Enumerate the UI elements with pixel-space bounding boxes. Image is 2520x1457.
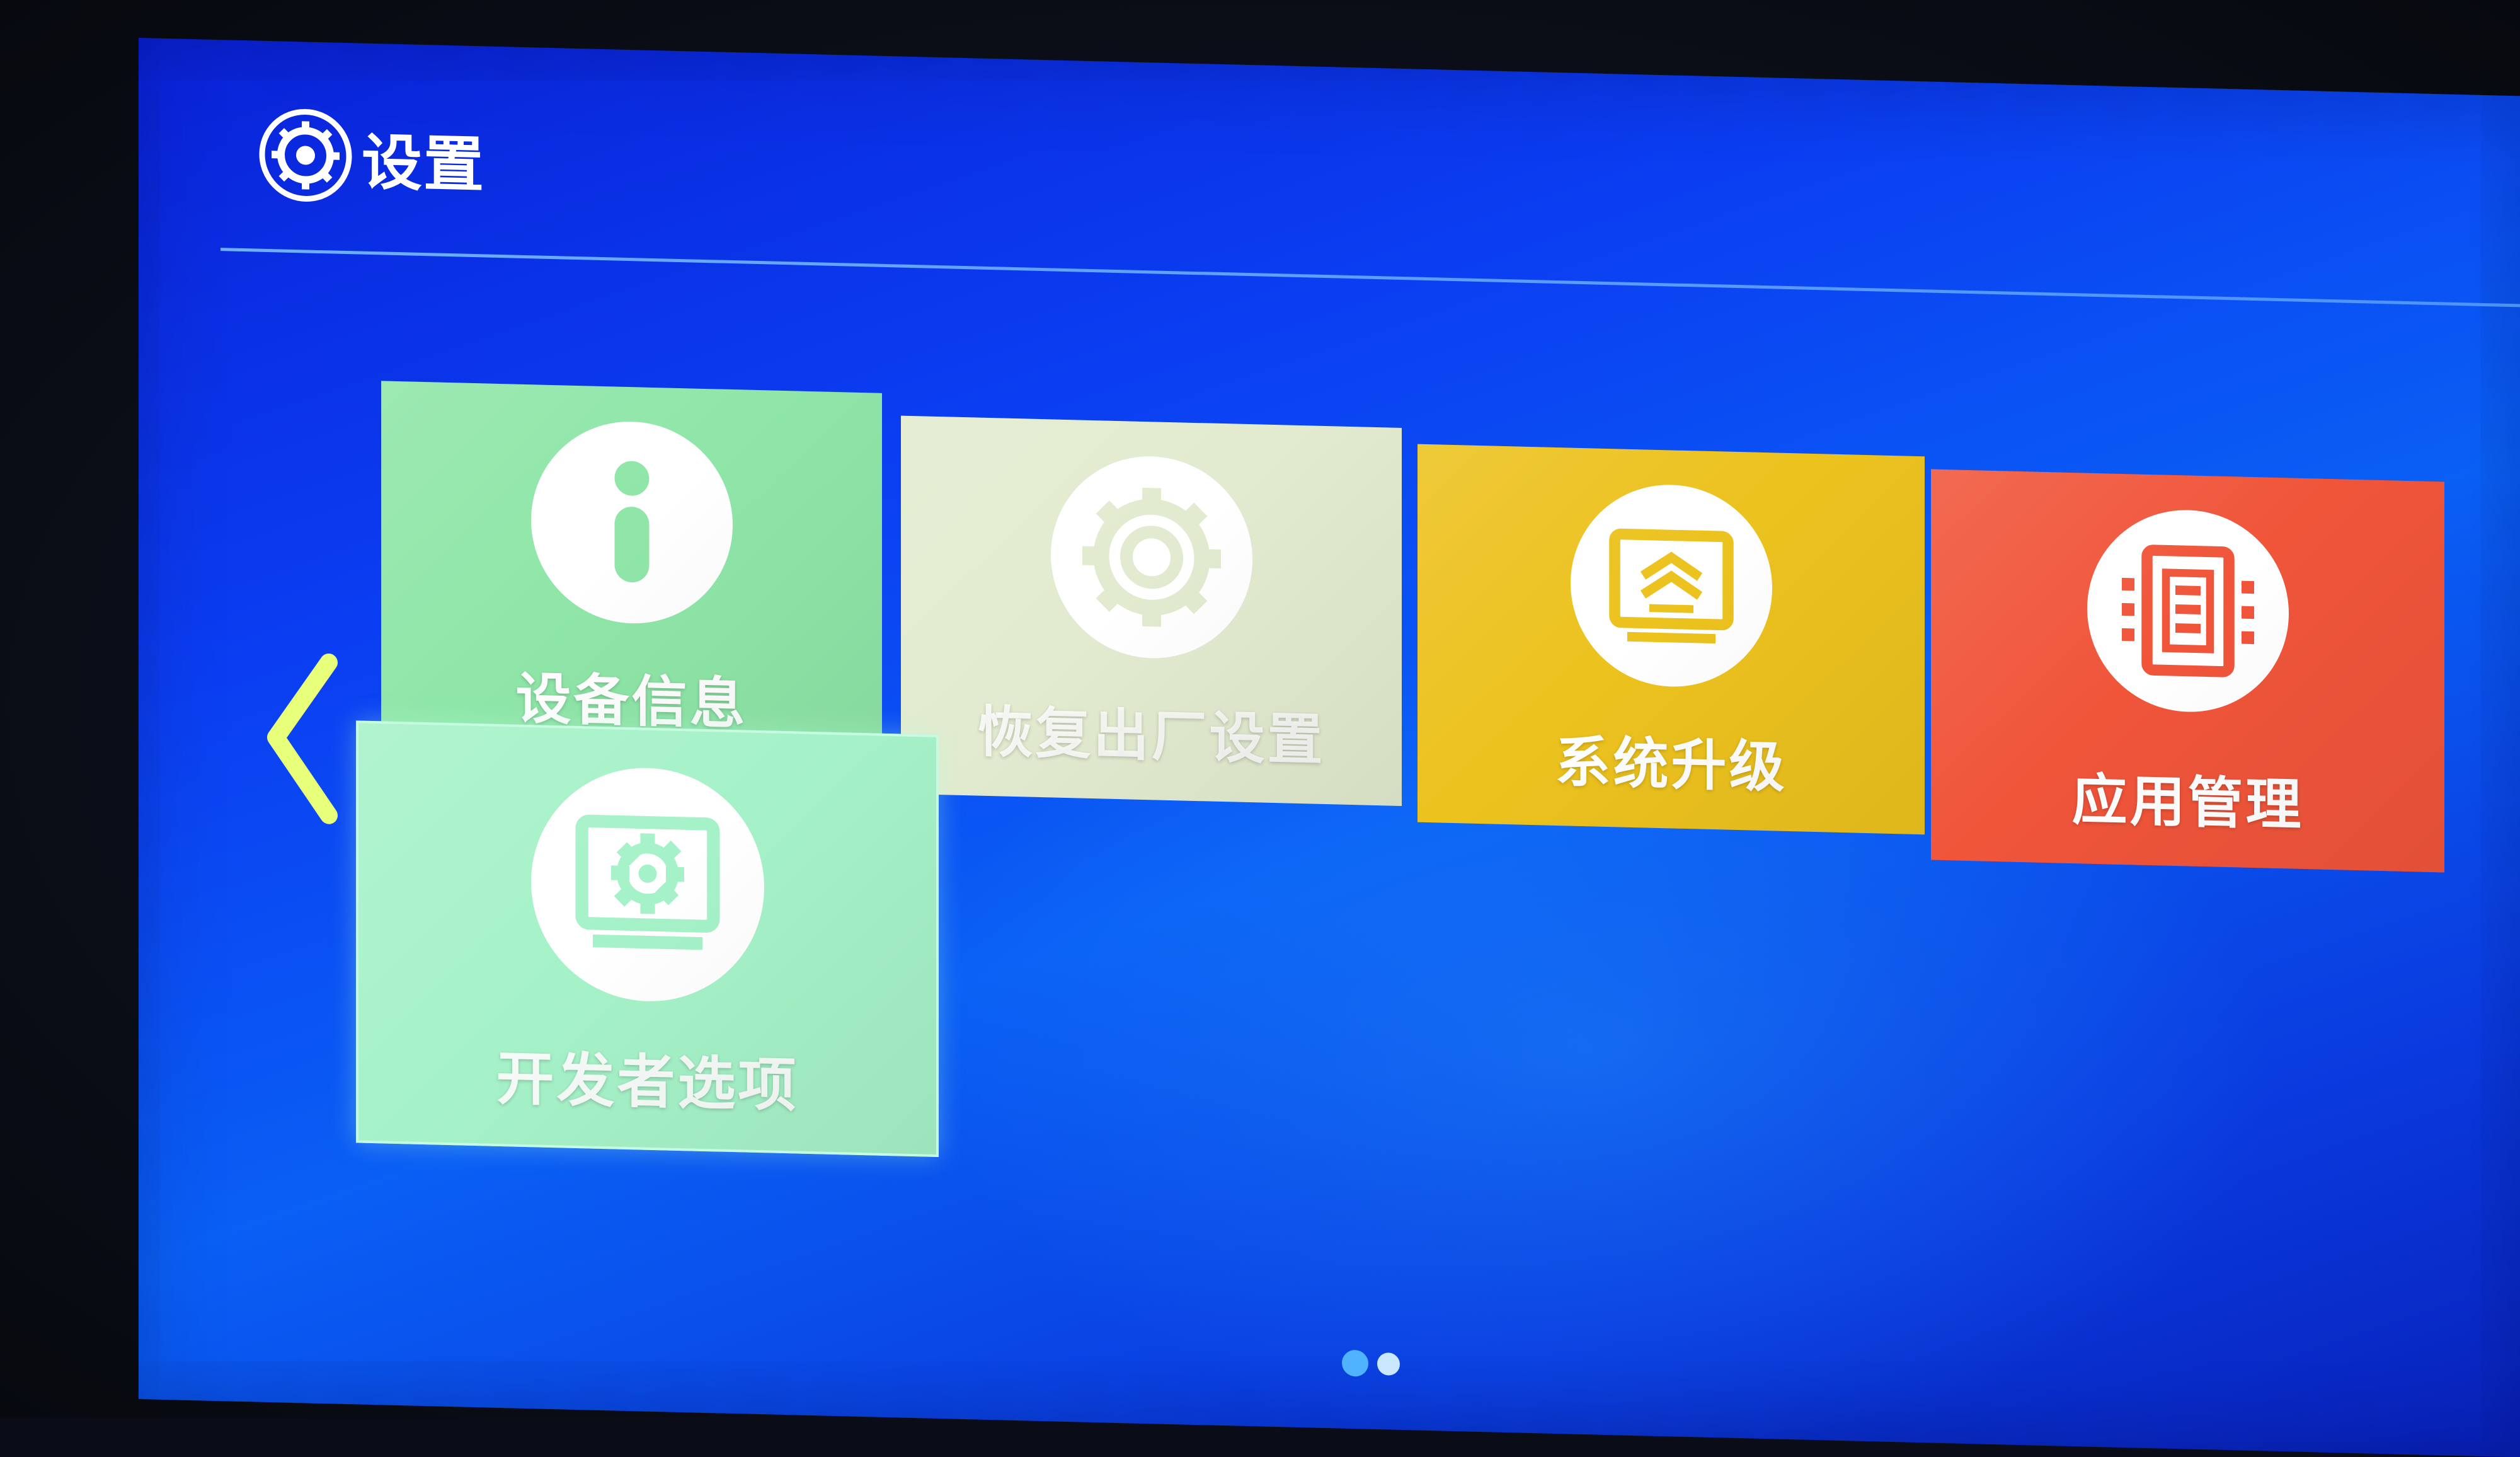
tile-app-management[interactable]: 应用管理: [1931, 469, 2444, 873]
page-dot-active[interactable]: [1342, 1349, 1368, 1377]
tile-developer-options[interactable]: 开发者选项: [356, 720, 939, 1158]
header-divider: [220, 248, 2520, 308]
tile-label: 恢复出厂设置: [977, 699, 1326, 773]
tile-system-upgrade[interactable]: 系统升级: [1418, 444, 1925, 835]
upgrade-icon: [1570, 482, 1772, 689]
page-title: 设置: [362, 127, 485, 200]
settings-gear-icon: [258, 107, 353, 204]
gear-icon: [1050, 454, 1252, 661]
tile-label: 系统升级: [1555, 728, 1787, 800]
info-icon: [530, 419, 733, 626]
tile-label: 开发者选项: [496, 1044, 799, 1120]
page-indicator: [1342, 1349, 1400, 1378]
app-management-icon: [2087, 507, 2289, 715]
page-dot[interactable]: [1377, 1352, 1400, 1376]
chevron-left-icon[interactable]: [258, 646, 346, 831]
tile-label: 应用管理: [2071, 766, 2304, 838]
tile-factory-reset[interactable]: 恢复出厂设置: [901, 415, 1402, 807]
developer-options-icon: [530, 765, 764, 1005]
page-header: 设置: [258, 107, 485, 207]
tv-bezel: 设置 设备信息 恢复出厂设置 系统升级 应用管理 开发者选项: [0, 0, 2520, 1457]
tile-device-info[interactable]: 设备信息: [381, 381, 882, 771]
settings-screen: 设置 设备信息 恢复出厂设置 系统升级 应用管理 开发者选项: [139, 38, 2520, 1457]
